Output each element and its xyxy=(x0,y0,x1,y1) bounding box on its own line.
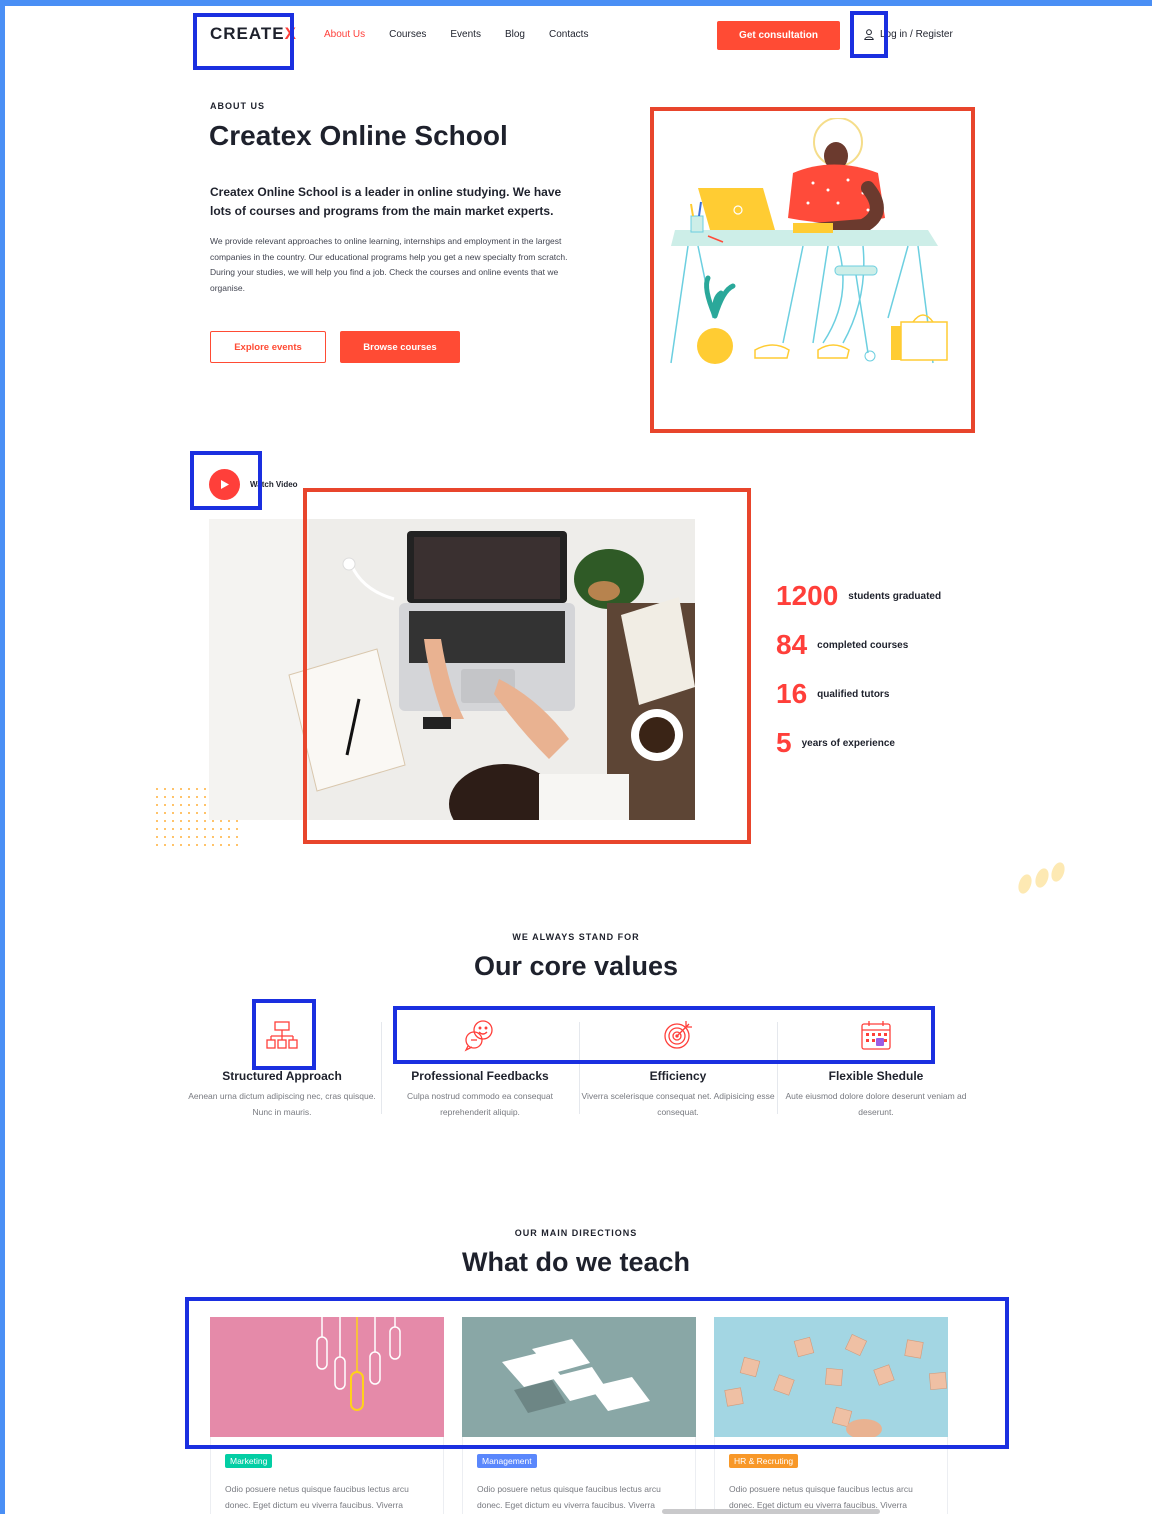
course-card-hr[interactable]: HR & Recruting Odio posuere netus quisqu… xyxy=(714,1317,948,1514)
values-eyebrow: WE ALWAYS STAND FOR xyxy=(512,932,640,942)
course-card-management[interactable]: Management Odio posuere netus quisque fa… xyxy=(462,1317,696,1514)
card-image xyxy=(714,1317,948,1437)
nav-contacts[interactable]: Contacts xyxy=(549,29,588,40)
value-item-efficiency: Efficiency Viverra scelerisque consequat… xyxy=(579,1018,777,1120)
login-register-link[interactable]: Log in / Register xyxy=(864,29,953,40)
horizontal-scrollbar[interactable] xyxy=(662,1509,880,1514)
window-top-border xyxy=(0,0,1152,6)
play-icon xyxy=(220,480,229,489)
window-left-border xyxy=(0,0,5,1514)
workspace-photo xyxy=(209,519,695,820)
page-title: Createx Online School xyxy=(209,120,508,151)
value-item-structured: Structured Approach Aenean urna dictum a… xyxy=(183,1018,381,1120)
stat-item: 1200 students graduated xyxy=(776,580,942,611)
stat-item: 16 qualified tutors xyxy=(776,678,890,709)
play-video-button[interactable] xyxy=(209,469,240,500)
card-image xyxy=(210,1317,444,1437)
target-icon xyxy=(664,1021,692,1049)
hero-lead: Createx Online School is a leader in onl… xyxy=(210,185,562,218)
calendar-icon xyxy=(861,1021,891,1050)
nav-courses[interactable]: Courses xyxy=(389,29,426,40)
hero-eyebrow: ABOUT US xyxy=(210,101,265,111)
card-tag: Management xyxy=(477,1454,537,1468)
card-tag: Marketing xyxy=(225,1454,273,1468)
teach-eyebrow: OUR MAIN DIRECTIONS xyxy=(514,1228,638,1238)
login-label: Log in / Register xyxy=(880,29,953,40)
card-tag: HR & Recruting xyxy=(729,1454,799,1468)
quote-decoration-icon xyxy=(1018,862,1065,894)
card-description: Odio posuere netus quisque faucibus lect… xyxy=(477,1484,661,1510)
hero-description: We provide relevant approaches to online… xyxy=(210,236,568,293)
nav-events[interactable]: Events xyxy=(450,29,481,40)
feedback-chat-icon xyxy=(464,1020,493,1052)
browse-courses-button[interactable]: Browse courses xyxy=(340,331,460,363)
stat-item: 84 completed courses xyxy=(776,629,909,660)
structure-icon xyxy=(266,1021,298,1049)
stat-item: 5 years of experience xyxy=(776,727,895,758)
value-item-schedule: Flexible Shedule Aute eiusmod dolore dol… xyxy=(777,1018,975,1120)
main-nav: About Us Courses Events Blog Contacts xyxy=(324,29,588,40)
createx-logo[interactable]: CREATEX xyxy=(210,24,297,44)
nav-blog[interactable]: Blog xyxy=(505,29,525,40)
value-item-feedbacks: Professional Feedbacks Culpa nostrud com… xyxy=(381,1018,579,1120)
card-description: Odio posuere netus quisque faucibus lect… xyxy=(225,1484,409,1510)
explore-events-button[interactable]: Explore events xyxy=(210,331,326,363)
get-consultation-button[interactable]: Get consultation xyxy=(717,21,840,50)
card-image xyxy=(462,1317,696,1437)
watch-video-label[interactable]: Watch Video xyxy=(250,480,298,489)
nav-about-us[interactable]: About Us xyxy=(324,29,365,40)
teach-title: What do we teach xyxy=(461,1247,691,1277)
hero-illustration xyxy=(670,118,948,364)
course-card-marketing[interactable]: Marketing Odio posuere netus quisque fau… xyxy=(210,1317,444,1514)
values-title: Our core values xyxy=(473,951,679,981)
user-icon xyxy=(864,29,874,40)
